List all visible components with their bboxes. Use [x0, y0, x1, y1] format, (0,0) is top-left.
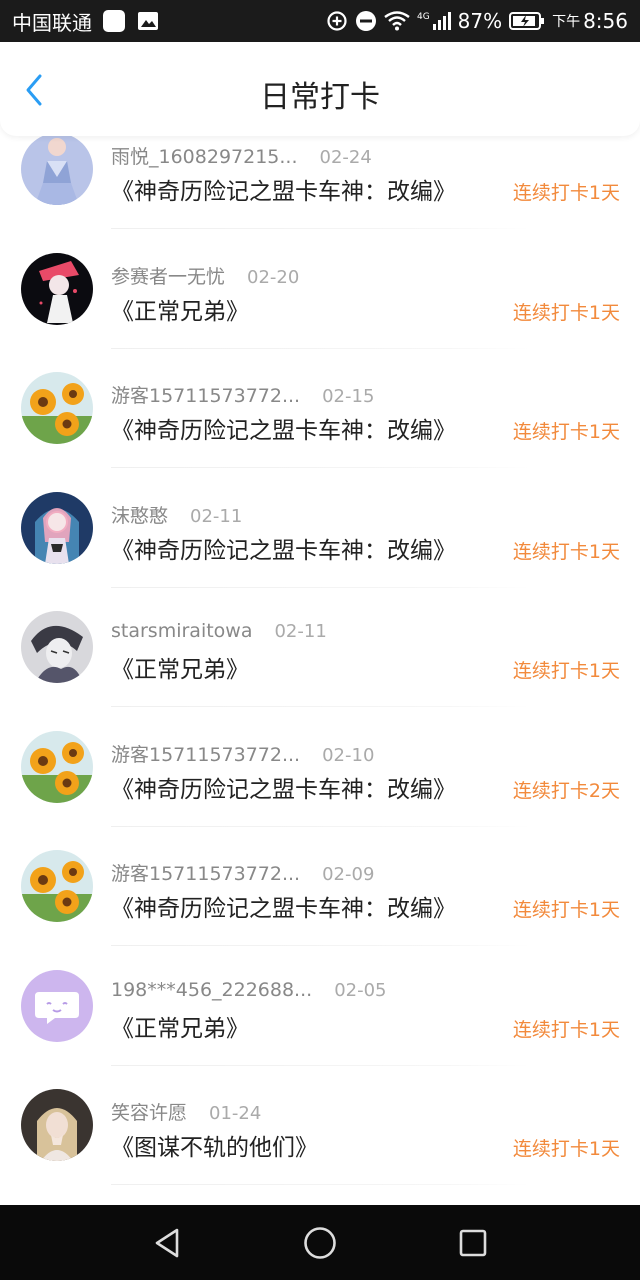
checkin-date: 02-15 — [322, 386, 375, 407]
avatar[interactable] — [21, 133, 93, 205]
header-bar: 日常打卡 — [0, 42, 640, 136]
anime-avatar — [21, 252, 93, 325]
photo-avatar-blonde — [21, 1089, 93, 1161]
user-meta: 沫憨憨 02-11 — [111, 501, 242, 528]
checkin-date: 01-24 — [209, 1103, 262, 1124]
streak-label: 连续打卡1天 — [512, 1138, 620, 1160]
user-name[interactable]: 198***456_222688... — [111, 979, 312, 1001]
sunflower-avatar — [21, 850, 93, 922]
list-item[interactable]: 游客15711573772... 02-09 《神奇历险记之盟卡车神：改编》 连续打卡… — [0, 827, 640, 946]
user-meta: 游客15711573772... 02-15 — [111, 381, 374, 408]
book-title[interactable]: 《正常兄弟》 — [111, 650, 249, 684]
book-title[interactable]: 《正常兄弟》 — [111, 292, 249, 326]
user-name[interactable]: 游客15711573772... — [111, 744, 300, 766]
streak-label: 连续打卡1天 — [512, 540, 620, 563]
checkin-date: 02-24 — [319, 147, 372, 168]
streak-label: 连续打卡2天 — [512, 779, 620, 802]
user-name[interactable]: 沫憨憨 — [111, 505, 168, 527]
list-item[interactable]: 参赛者一无忧 02-20 《正常兄弟》 连续打卡1天 — [0, 230, 640, 349]
book-title[interactable]: 《神奇历险记之盟卡车神：改编》 — [111, 531, 456, 565]
checkin-date: 02-09 — [322, 864, 375, 885]
avatar[interactable] — [21, 1089, 93, 1161]
chat-bubble-avatar — [21, 969, 93, 1042]
time-prefix: 下午 — [552, 14, 581, 30]
user-meta: starsmiraitowa 02-11 — [111, 620, 327, 642]
streak-label: 连续打卡1天 — [512, 182, 620, 204]
avatar[interactable] — [21, 730, 93, 803]
streak-label: 连续打卡1天 — [512, 1018, 620, 1041]
book-title[interactable]: 《图谋不轨的他们》 — [111, 1128, 318, 1162]
checkin-date: 02-10 — [322, 744, 375, 766]
avatar[interactable] — [21, 252, 93, 325]
divider — [111, 1184, 530, 1185]
nav-back-button[interactable] — [147, 1223, 187, 1263]
checkin-list[interactable]: 雨悦_1608297215... 02-24 《神奇历险记之盟卡车神：改编》 连续打卡… — [0, 112, 640, 1205]
streak-label: 连续打卡1天 — [512, 301, 620, 324]
app-notification-icon — [102, 9, 126, 33]
circle-home-icon — [304, 1226, 336, 1259]
triangle-back-icon — [155, 1228, 178, 1257]
list-item[interactable]: 沫憨憨 02-11 《神奇历险记之盟卡车神：改编》 连续打卡1天 — [0, 469, 640, 588]
book-title[interactable]: 《神奇历险记之盟卡车神：改编》 — [111, 889, 456, 923]
avatar[interactable] — [21, 850, 93, 922]
image-notification-icon — [136, 10, 160, 32]
nav-recents-button[interactable] — [453, 1223, 493, 1263]
battery-percent: 87% — [457, 9, 503, 33]
sketch-avatar — [21, 611, 93, 683]
nav-home-button[interactable] — [300, 1223, 340, 1263]
navigation-bar — [0, 1205, 640, 1280]
streak-label: 连续打卡1天 — [512, 899, 620, 921]
square-recents-icon — [460, 1229, 487, 1256]
book-title[interactable]: 《神奇历险记之盟卡车神：改编》 — [111, 770, 456, 804]
list-item[interactable]: 笑容许愿 01-24 《图谋不轨的他们》 连续打卡1天 — [0, 1066, 640, 1185]
list-item[interactable]: 游客15711573772... 02-15 《神奇历险记之盟卡车神：改编》 连续打卡… — [0, 349, 640, 468]
user-meta: 游客15711573772... 02-09 — [111, 859, 374, 886]
wifi-icon — [383, 11, 410, 31]
sunflower-avatar — [21, 730, 93, 803]
page-title: 日常打卡 — [260, 80, 380, 115]
checkin-date: 02-11 — [190, 505, 243, 527]
signal-icon: 4G — [417, 10, 451, 32]
user-name[interactable]: 游客15711573772... — [111, 385, 300, 407]
book-title[interactable]: 《正常兄弟》 — [111, 1009, 249, 1043]
list-item[interactable]: 198***456_222688... 02-05 《正常兄弟》 连续打卡1天 — [0, 947, 640, 1066]
checkin-date: 02-20 — [247, 266, 300, 288]
list-item[interactable]: 游客15711573772... 02-10 《神奇历险记之盟卡车神：改编》 连续打卡… — [0, 708, 640, 827]
user-meta: 198***456_222688... 02-05 — [111, 979, 387, 1001]
user-meta: 游客15711573772... 02-10 — [111, 740, 374, 767]
avatar[interactable] — [21, 969, 93, 1042]
status-bar: 中国联通 4G 87% 下午 8:56 — [0, 0, 640, 42]
avatar[interactable] — [21, 491, 93, 564]
photo-avatar-girl — [21, 133, 93, 205]
anime-avatar-pink — [21, 491, 93, 564]
sunflower-avatar — [21, 372, 93, 444]
streak-label: 连续打卡1天 — [512, 421, 620, 443]
battery-icon — [509, 11, 545, 31]
user-meta: 雨悦_1608297215... 02-24 — [111, 142, 372, 169]
book-title[interactable]: 《神奇历险记之盟卡车神：改编》 — [111, 411, 456, 445]
user-name[interactable]: starsmiraitowa — [111, 620, 252, 642]
book-title[interactable]: 《神奇历险记之盟卡车神：改编》 — [111, 172, 456, 206]
user-meta: 参赛者一无忧 02-20 — [111, 262, 299, 289]
user-name[interactable]: 笑容许愿 — [111, 1102, 187, 1124]
user-name[interactable]: 参赛者一无忧 — [111, 266, 225, 288]
avatar[interactable] — [21, 611, 93, 683]
checkin-date: 02-05 — [334, 979, 387, 1001]
avatar[interactable] — [21, 372, 93, 444]
clock: 8:56 — [583, 9, 628, 33]
network-type-label: 4G — [417, 12, 430, 22]
carrier-label: 中国联通 — [12, 10, 92, 35]
user-meta: 笑容许愿 01-24 — [111, 1098, 261, 1125]
streak-label: 连续打卡1天 — [512, 660, 620, 682]
user-name[interactable]: 游客15711573772... — [111, 863, 300, 885]
do-not-disturb-icon — [355, 10, 377, 32]
data-saver-icon — [326, 10, 348, 32]
checkin-date: 02-11 — [274, 621, 327, 642]
list-item[interactable]: starsmiraitowa 02-11 《正常兄弟》 连续打卡1天 — [0, 588, 640, 707]
user-name[interactable]: 雨悦_1608297215... — [111, 146, 298, 168]
